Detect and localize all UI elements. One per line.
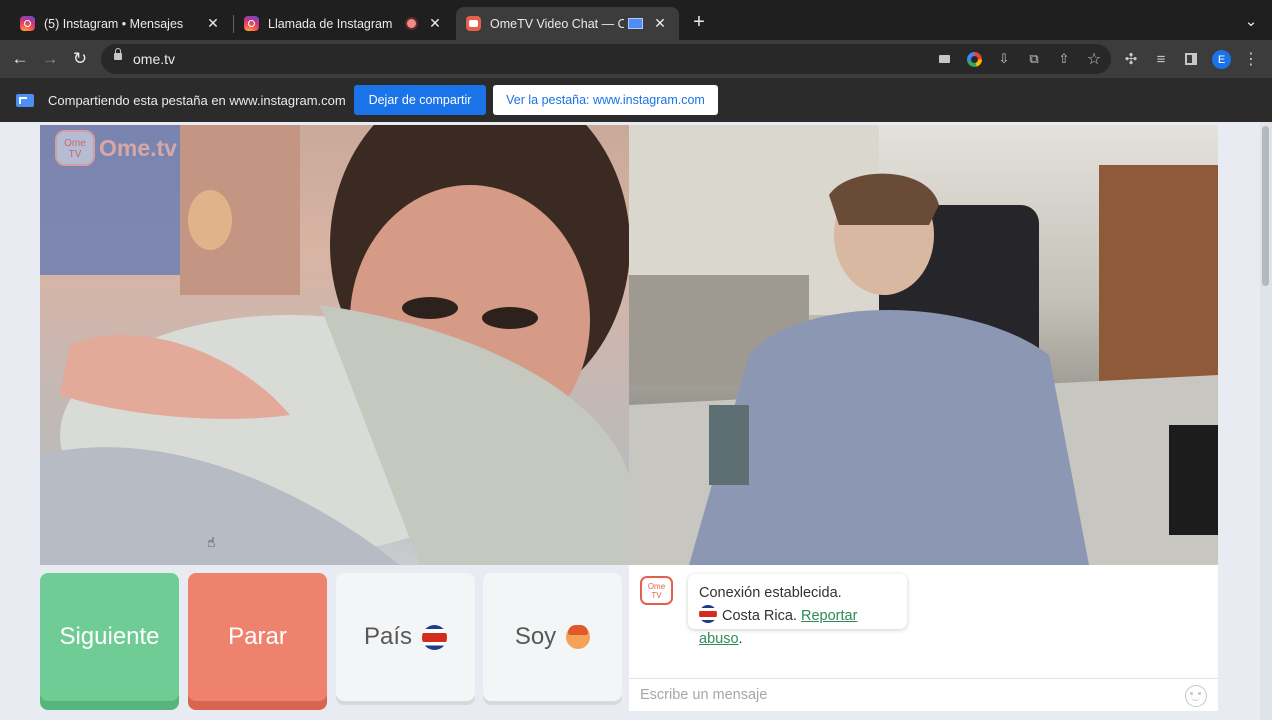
connection-status-text: Conexión establecida. xyxy=(699,585,842,601)
tab-title: (5) Instagram • Mensajes xyxy=(44,16,184,31)
ometv-page: Ome TV Ome.tv Siguiente Parar País Soy O… xyxy=(0,122,1272,720)
chat-panel: Ome TV Conexión establecida. Costa Rica.… xyxy=(629,565,1218,711)
sharing-message: Compartiendo esta pestaña en www.instagr… xyxy=(48,93,346,108)
tab-ometv[interactable]: OmeTV Video Chat — Ome ✕ xyxy=(456,7,679,40)
recording-indicator-icon xyxy=(407,19,416,28)
hand-pointer-cursor-icon: ☝ xyxy=(207,534,216,550)
screen-share-indicator-icon xyxy=(628,18,643,29)
logo-wordmark: Ome.tv xyxy=(99,134,177,161)
tab-strip: (5) Instagram • Mensajes ✕ Llamada de In… xyxy=(0,0,1272,40)
gender-button-label: Soy xyxy=(514,623,557,650)
tab-search-chevron-icon[interactable]: ⌄ xyxy=(1241,11,1261,31)
partner-country-line: Costa Rica. Reportar abuso. xyxy=(699,605,896,651)
side-panel-icon[interactable] xyxy=(1181,49,1201,69)
local-video-illustration xyxy=(40,125,629,565)
new-tab-icon[interactable]: + xyxy=(689,11,709,33)
instagram-icon xyxy=(244,16,259,31)
lock-icon[interactable] xyxy=(114,48,122,60)
address-bar[interactable]: ome.tv xyxy=(101,44,1111,74)
extensions-puzzle-icon[interactable]: ✣ xyxy=(1121,49,1141,69)
tab-sharing-bar: Compartiendo esta pestaña en www.instagr… xyxy=(0,78,1272,122)
install-app-icon[interactable]: ⇩ xyxy=(994,49,1014,69)
country-button-label: País xyxy=(363,623,413,650)
close-tab-icon[interactable]: ✕ xyxy=(426,15,444,33)
browser-menu-icon[interactable]: ⋮ xyxy=(1241,49,1261,69)
ometv-chat-icon: Ome TV xyxy=(640,576,673,605)
stop-button[interactable]: Parar xyxy=(188,573,327,701)
share-page-icon[interactable]: ⇧ xyxy=(1054,49,1074,69)
tab-instagram-messages[interactable]: (5) Instagram • Mensajes ✕ xyxy=(10,7,232,40)
ometv-icon xyxy=(466,16,481,31)
close-tab-icon[interactable]: ✕ xyxy=(204,15,222,33)
local-video-feed: Ome TV Ome.tv xyxy=(40,125,629,565)
reload-icon[interactable]: ↻ xyxy=(70,49,90,69)
back-arrow-icon[interactable]: ← xyxy=(10,49,30,69)
next-button[interactable]: Siguiente xyxy=(40,573,179,701)
bookmark-star-icon[interactable]: ☆ xyxy=(1084,49,1104,69)
screen-share-icon xyxy=(16,94,34,107)
costa-rica-flag-icon xyxy=(422,624,448,650)
view-tab-button[interactable]: Ver la pestaña: www.instagram.com xyxy=(493,85,718,115)
report-suffix: . xyxy=(738,631,743,647)
remote-video-feed xyxy=(629,125,1218,565)
scrollbar-thumb[interactable] xyxy=(1262,126,1269,286)
remote-video-illustration xyxy=(629,125,1218,565)
url-text: ome.tv xyxy=(133,51,176,67)
stop-button-label: Parar xyxy=(228,623,287,650)
browser-toolbar: ← → ↻ ome.tv ⇩ ⧉ ⇧ ☆ ✣ ≡ ⋮ xyxy=(0,40,1272,78)
message-input-placeholder: Escribe un mensaje xyxy=(640,687,768,703)
forward-arrow-icon[interactable]: → xyxy=(40,49,60,69)
google-lens-icon[interactable] xyxy=(964,49,984,69)
system-message-bubble: Conexión establecida. Costa Rica. Report… xyxy=(688,574,907,647)
close-tab-icon[interactable]: ✕ xyxy=(651,15,669,33)
gender-selector-button[interactable]: Soy xyxy=(483,573,622,701)
stop-sharing-button[interactable]: Dejar de compartir xyxy=(354,85,486,115)
boy-emoji-icon xyxy=(566,625,591,649)
costa-rica-flag-icon xyxy=(699,605,717,623)
partner-country: Costa Rica. xyxy=(722,608,797,624)
media-controls-icon[interactable]: ≡ xyxy=(1151,49,1171,69)
tab-instagram-call[interactable]: Llamada de Instagram ✕ xyxy=(234,7,454,40)
profile-avatar[interactable]: E xyxy=(1212,50,1231,69)
translate-icon[interactable]: ⧉ xyxy=(1024,49,1044,69)
tab-title: Llamada de Instagram xyxy=(268,16,393,31)
ometv-logo[interactable]: Ome TV Ome.tv xyxy=(55,130,177,166)
next-button-label: Siguiente xyxy=(59,623,160,650)
message-input[interactable]: Escribe un mensaje xyxy=(629,678,1218,712)
page-scrollbar[interactable] xyxy=(1260,122,1272,720)
logo-badge: Ome TV xyxy=(55,130,95,166)
country-selector-button[interactable]: País xyxy=(336,573,475,701)
camera-in-use-icon[interactable] xyxy=(934,49,954,69)
emoji-smiley-icon[interactable] xyxy=(1185,685,1207,707)
tab-title: OmeTV Video Chat — Ome xyxy=(490,16,624,31)
instagram-icon xyxy=(20,16,35,31)
